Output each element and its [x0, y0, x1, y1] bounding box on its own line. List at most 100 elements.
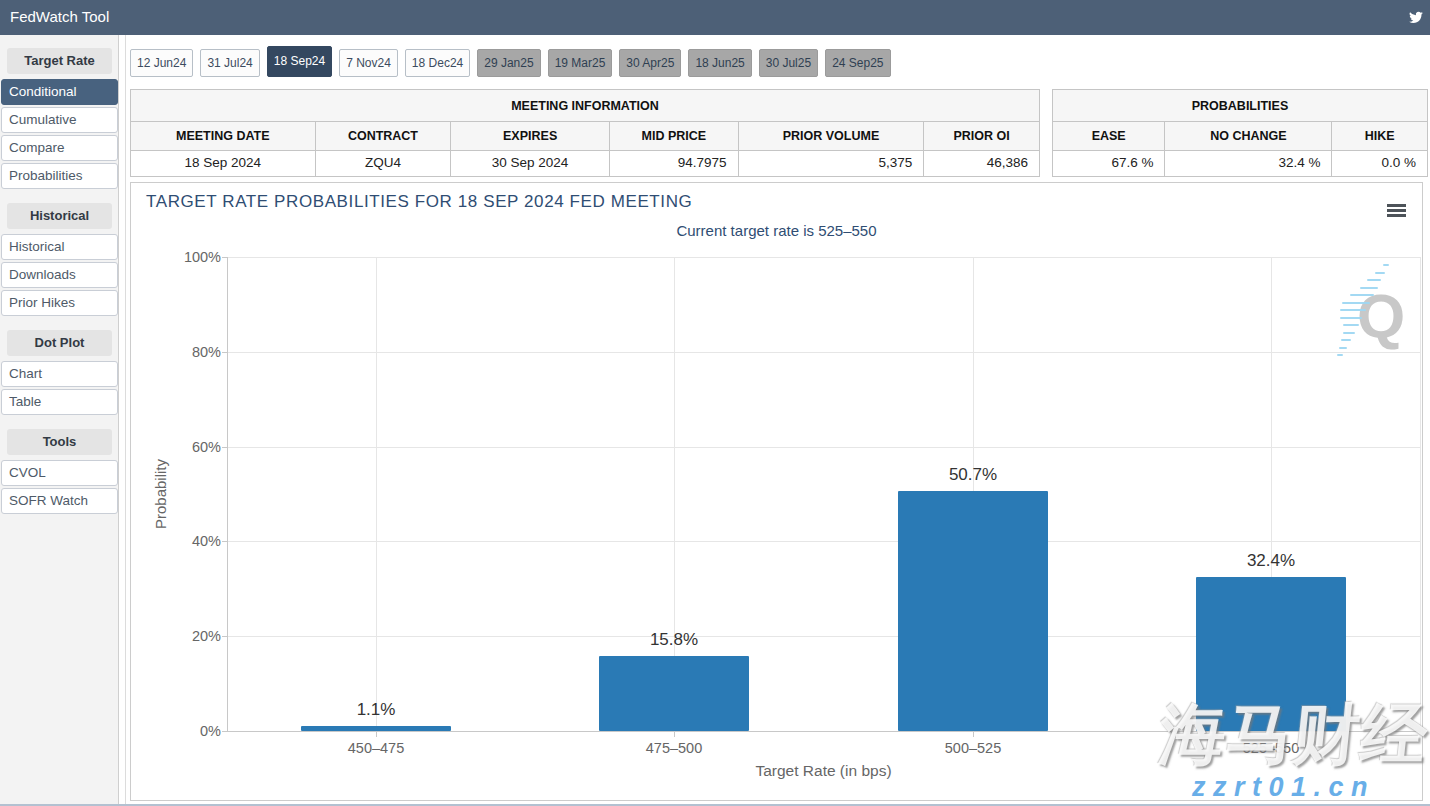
meeting-title: MEETING INFORMATION — [131, 90, 1039, 122]
y-axis-title: Probability — [153, 394, 169, 594]
sidebar-item-cvol[interactable]: CVOL — [1, 460, 118, 486]
y-tick-label: 40% — [161, 533, 221, 549]
x-tick-mark — [674, 732, 675, 737]
tab-29-jan25[interactable]: 29 Jan25 — [477, 49, 540, 77]
meeting-value-expires: 30 Sep 2024 — [451, 151, 610, 176]
x-tick-mark — [376, 732, 377, 737]
logo-swoosh-dash — [1375, 272, 1385, 274]
y-tick-label: 0% — [161, 723, 221, 739]
probabilities-value-hike: 0.0 % — [1332, 151, 1427, 176]
sidebar-item-cumulative[interactable]: Cumulative — [1, 107, 118, 133]
meeting-col-prior-volume: PRIOR VOLUME — [739, 122, 925, 150]
watermark-site-url: zzrt01.cn — [1192, 772, 1375, 803]
tab-19-mar25[interactable]: 19 Mar25 — [548, 49, 613, 77]
y-gridline — [227, 541, 1420, 542]
sidebar-section: Dot Plot ChartTable — [0, 330, 119, 415]
x-category-label: 450–475 — [306, 740, 446, 756]
logo-swoosh-dash — [1343, 332, 1355, 334]
y-tick-label: 80% — [161, 344, 221, 360]
bar-value-label: 32.4% — [1201, 551, 1341, 571]
logo-swoosh-dash — [1383, 264, 1389, 266]
tab-18-dec24[interactable]: 18 Dec24 — [405, 49, 470, 77]
x-axis-title: Target Rate (in bps) — [674, 762, 974, 780]
y-tick-label: 100% — [161, 249, 221, 265]
logo-swoosh-dash — [1367, 279, 1381, 281]
sidebar-divider — [125, 35, 126, 806]
tab-31-jul24[interactable]: 31 Jul24 — [200, 49, 259, 77]
tab-18-sep24[interactable]: 18 Sep24 — [267, 46, 332, 77]
meeting-value-prior-oi: 46,386 — [924, 151, 1039, 176]
y-tick-label: 60% — [161, 439, 221, 455]
tab-7-nov24[interactable]: 7 Nov24 — [339, 49, 398, 77]
meeting-tabs: 12 Jun2431 Jul2418 Sep247 Nov2418 Dec242… — [130, 46, 891, 77]
logo-swoosh-dash — [1341, 339, 1351, 341]
app-title: FedWatch Tool — [10, 8, 109, 25]
sidebar-item-chart[interactable]: Chart — [1, 361, 118, 387]
sidebar-item-historical[interactable]: Historical — [1, 234, 118, 260]
meeting-information-table: MEETING INFORMATIONMEETING DATECONTRACTE… — [130, 89, 1040, 177]
logo-swoosh-dash — [1342, 302, 1370, 304]
sidebar-section: HistoricalHistoricalDownloadsPrior Hikes — [0, 203, 119, 316]
watermark-site-name: 海马财经 — [1156, 698, 1430, 771]
meeting-value-contract: ZQU4 — [316, 151, 452, 176]
top-header-bar: FedWatch Tool — [0, 0, 1430, 35]
logo-swoosh-dash — [1340, 317, 1362, 319]
meeting-col-prior-oi: PRIOR OI — [924, 122, 1039, 150]
x-gridline-right-edge — [1420, 257, 1421, 731]
sidebar-item-table[interactable]: Table — [1, 389, 118, 415]
tab-30-jul25[interactable]: 30 Jul25 — [759, 49, 818, 77]
probabilities-table: PROBABILITIESEASENO CHANGEHIKE67.6 %32.4… — [1052, 89, 1428, 177]
sidebar-item-downloads[interactable]: Downloads — [1, 262, 118, 288]
meeting-col-meeting-date: MEETING DATE — [131, 122, 316, 150]
probabilities-col-ease: EASE — [1053, 122, 1165, 150]
logo-swoosh-dash — [1343, 324, 1359, 326]
probabilities-header-row: EASENO CHANGEHIKE — [1053, 122, 1427, 151]
tab-24-sep25[interactable]: 24 Sep25 — [825, 49, 890, 77]
sidebar-item-prior-hikes[interactable]: Prior Hikes — [1, 290, 118, 316]
bar-475-500[interactable] — [599, 656, 749, 731]
sidebar-section-header: Target Rate — [7, 48, 112, 74]
bar-500-525[interactable] — [898, 491, 1048, 731]
bar-value-label: 15.8% — [604, 630, 744, 650]
sidebar-section: Tools CVOLSOFR Watch — [0, 429, 119, 514]
meeting-col-expires: EXPIRES — [451, 122, 610, 150]
meeting-value-meeting-date: 18 Sep 2024 — [131, 151, 316, 176]
probabilities-col-hike: HIKE — [1332, 122, 1427, 150]
sidebar-section-header: Historical — [7, 203, 112, 229]
meeting-header-row: MEETING DATECONTRACTEXPIRESMID PRICEPRIO… — [131, 122, 1039, 151]
probabilities-value-no-change: 32.4 % — [1165, 151, 1332, 176]
sidebar-section-header: Tools — [7, 429, 112, 455]
meeting-col-contract: CONTRACT — [316, 122, 452, 150]
x-category-label: 500–525 — [903, 740, 1043, 756]
sidebar-section-header: Dot Plot — [7, 330, 112, 356]
twitter-icon[interactable] — [1407, 10, 1425, 25]
x-gridline — [376, 257, 377, 731]
logo-swoosh-dash — [1350, 294, 1374, 296]
meeting-value-row: 18 Sep 2024ZQU430 Sep 202494.79755,37546… — [131, 151, 1039, 176]
chart-menu-icon[interactable] — [1387, 204, 1406, 219]
sidebar-item-sofr-watch[interactable]: SOFR Watch — [1, 488, 118, 514]
sidebar-item-compare[interactable]: Compare — [1, 135, 118, 161]
probabilities-value-row: 67.6 %32.4 %0.0 % — [1053, 151, 1427, 176]
probabilities-title: PROBABILITIES — [1053, 90, 1427, 122]
logo-swoosh-dash — [1337, 354, 1343, 356]
tab-18-jun25[interactable]: 18 Jun25 — [688, 49, 751, 77]
tab-12-jun24[interactable]: 12 Jun24 — [130, 49, 193, 77]
logo-swoosh-dash — [1340, 309, 1366, 311]
x-category-label: 475–500 — [604, 740, 744, 756]
sidebar-section: Target Rate ConditionalCumulativeCompareP… — [0, 48, 119, 189]
sidebar-item-probabilities[interactable]: Probabilities — [1, 163, 118, 189]
y-axis-line — [227, 257, 228, 731]
tab-30-apr25[interactable]: 30 Apr25 — [619, 49, 681, 77]
sidebar: Target RateConditionalCumulativeCompareP… — [0, 35, 119, 806]
chart-subtitle: Current target rate is 525–550 — [131, 222, 1422, 239]
bar-value-label: 50.7% — [903, 465, 1043, 485]
meeting-col-mid-price: MID PRICE — [610, 122, 739, 150]
y-gridline — [227, 447, 1420, 448]
chart-title: TARGET RATE PROBABILITIES FOR 18 SEP 202… — [146, 192, 692, 212]
meeting-value-mid-price: 94.7975 — [610, 151, 739, 176]
probabilities-col-no-change: NO CHANGE — [1165, 122, 1332, 150]
sidebar-item-conditional[interactable]: Conditional — [1, 79, 118, 105]
bar-value-label: 1.1% — [306, 700, 446, 720]
y-gridline — [227, 352, 1420, 353]
